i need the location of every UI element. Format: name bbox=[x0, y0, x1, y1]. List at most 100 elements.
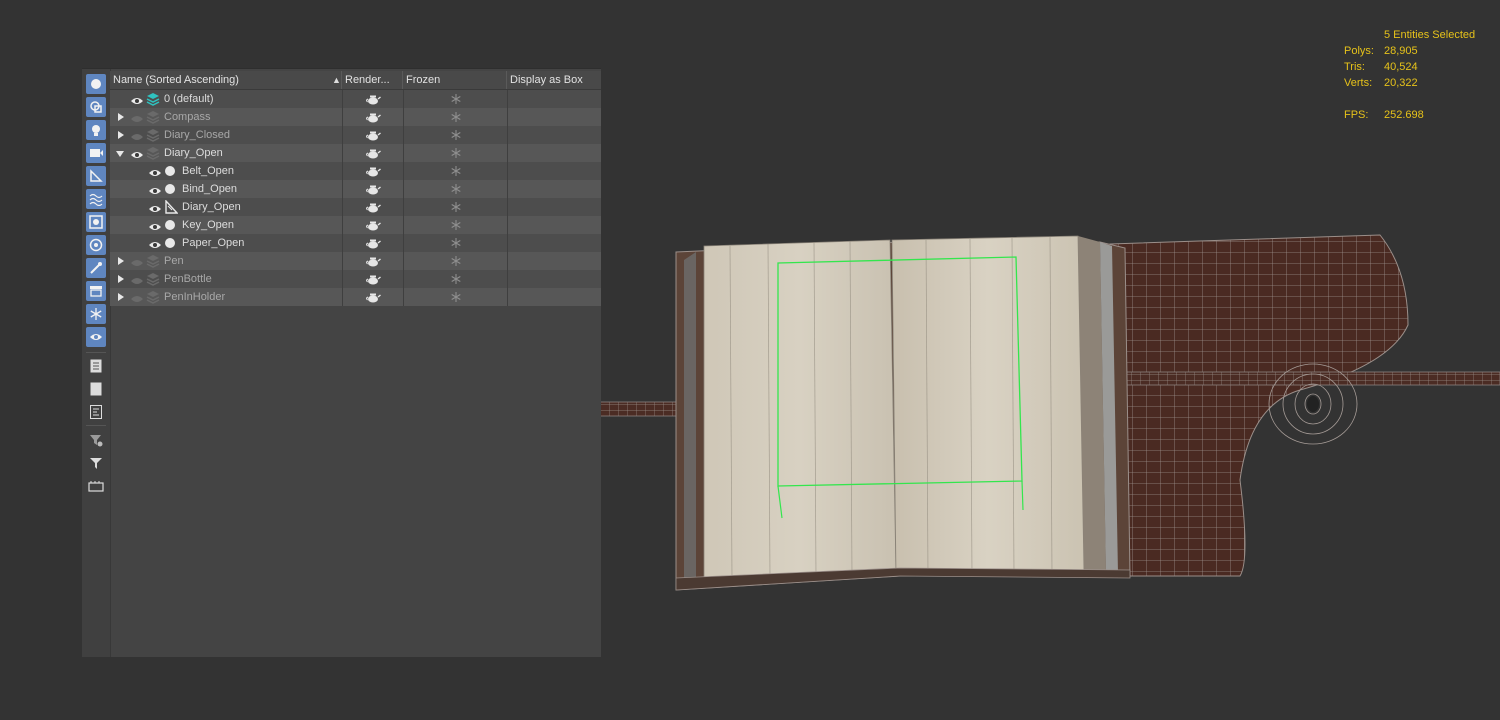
explorer-row[interactable]: PenInHolder bbox=[110, 288, 601, 306]
explorer-row[interactable]: Diary_Open bbox=[110, 198, 601, 216]
display-as-box-cell[interactable] bbox=[507, 108, 602, 126]
renderable-cell[interactable] bbox=[342, 162, 404, 180]
explorer-row[interactable]: 0 (default) bbox=[110, 90, 601, 108]
expand-arrow-icon[interactable] bbox=[118, 257, 124, 265]
layer-icon[interactable] bbox=[86, 476, 106, 496]
renderable-cell[interactable] bbox=[342, 288, 404, 306]
display-as-box-cell[interactable] bbox=[507, 144, 602, 162]
frozen-cell[interactable] bbox=[403, 198, 508, 216]
frozen-cell[interactable] bbox=[403, 270, 508, 288]
spacewarps-filter-icon[interactable] bbox=[86, 189, 106, 209]
explorer-row-label[interactable]: Diary_Open bbox=[164, 144, 223, 162]
column-header-frozen[interactable]: Frozen bbox=[403, 71, 507, 89]
explorer-row[interactable]: Pen bbox=[110, 252, 601, 270]
display-as-box-cell[interactable] bbox=[507, 252, 602, 270]
renderable-cell[interactable] bbox=[342, 144, 404, 162]
display-as-box-cell[interactable] bbox=[507, 288, 602, 306]
display-as-box-cell[interactable] bbox=[507, 180, 602, 198]
snowflake-icon bbox=[450, 291, 462, 309]
expand-arrow-icon[interactable] bbox=[118, 275, 124, 283]
renderable-cell[interactable] bbox=[342, 216, 404, 234]
renderable-cell[interactable] bbox=[342, 252, 404, 270]
frozen-cell[interactable] bbox=[403, 162, 508, 180]
renderable-cell[interactable] bbox=[342, 180, 404, 198]
explorer-toolbar bbox=[82, 69, 111, 657]
frozen-cell[interactable] bbox=[403, 288, 508, 306]
explorer-row-label[interactable]: Diary_Open bbox=[182, 198, 241, 216]
selection-count: 5 Entities Selected bbox=[1384, 29, 1476, 41]
xrefs-filter-icon[interactable] bbox=[86, 235, 106, 255]
explorer-row[interactable]: Compass bbox=[110, 108, 601, 126]
explorer-row[interactable]: Bind_Open bbox=[110, 180, 601, 198]
renderable-cell[interactable] bbox=[342, 90, 404, 108]
lights-filter-icon[interactable] bbox=[86, 120, 106, 140]
column-header-render[interactable]: Render... bbox=[342, 71, 403, 89]
column-header-display-as-box[interactable]: Display as Box bbox=[507, 71, 601, 89]
explorer-row-label[interactable]: Pen bbox=[164, 252, 184, 270]
explorer-row-label[interactable]: Diary_Closed bbox=[164, 126, 230, 144]
explorer-row-label[interactable]: Compass bbox=[164, 108, 210, 126]
frozen-cell[interactable] bbox=[403, 216, 508, 234]
frozen-cell[interactable] bbox=[403, 90, 508, 108]
containers-filter-icon[interactable] bbox=[86, 281, 106, 301]
display-none-icon[interactable] bbox=[86, 379, 106, 399]
frozen-cell[interactable] bbox=[403, 144, 508, 162]
explorer-row-label[interactable]: Paper_Open bbox=[182, 234, 244, 252]
frozen-cell[interactable] bbox=[403, 234, 508, 252]
frozen-filter-icon[interactable] bbox=[86, 304, 106, 324]
display-as-box-cell[interactable] bbox=[507, 216, 602, 234]
expand-arrow-icon[interactable] bbox=[118, 131, 124, 139]
hidden-filter-icon[interactable] bbox=[86, 327, 106, 347]
display-as-box-cell[interactable] bbox=[507, 162, 602, 180]
verts-stat: Verts: 20,322 bbox=[1344, 77, 1418, 89]
geometry-filter-icon[interactable] bbox=[86, 74, 106, 94]
bones-filter-icon[interactable] bbox=[86, 258, 106, 278]
frozen-cell[interactable] bbox=[403, 108, 508, 126]
explorer-row-label[interactable]: PenInHolder bbox=[164, 288, 225, 306]
display-as-box-cell[interactable] bbox=[507, 90, 602, 108]
explorer-row-label[interactable]: PenBottle bbox=[164, 270, 212, 288]
helpers-filter-icon[interactable] bbox=[86, 166, 106, 186]
explorer-row-label[interactable]: Belt_Open bbox=[182, 162, 234, 180]
expand-arrow-icon[interactable] bbox=[118, 293, 124, 301]
frozen-cell[interactable] bbox=[403, 252, 508, 270]
display-all-icon[interactable] bbox=[86, 356, 106, 376]
viewport-3d-model[interactable] bbox=[600, 230, 1500, 600]
column-header-row: Name (Sorted Ascending) ▲ Render... Froz… bbox=[110, 71, 601, 90]
renderable-cell[interactable] bbox=[342, 108, 404, 126]
explorer-row-label[interactable]: Key_Open bbox=[182, 216, 234, 234]
display-as-box-cell[interactable] bbox=[507, 198, 602, 216]
invert-display-icon[interactable] bbox=[86, 402, 106, 422]
filter-icon[interactable] bbox=[86, 453, 106, 473]
collapse-arrow-icon[interactable] bbox=[116, 151, 124, 157]
fps-stat: FPS: 252.698 bbox=[1344, 109, 1424, 121]
renderable-cell[interactable] bbox=[342, 126, 404, 144]
frozen-cell[interactable] bbox=[403, 180, 508, 198]
groups-filter-icon[interactable] bbox=[86, 212, 106, 232]
layer-icon bbox=[146, 290, 160, 310]
teapot-render-icon bbox=[365, 291, 381, 309]
explorer-row-label[interactable]: 0 (default) bbox=[164, 90, 214, 108]
column-header-name[interactable]: Name (Sorted Ascending) ▲ bbox=[110, 71, 342, 89]
cameras-filter-icon[interactable] bbox=[86, 143, 106, 163]
explorer-row[interactable]: Key_Open bbox=[110, 216, 601, 234]
expand-arrow-icon[interactable] bbox=[118, 113, 124, 121]
display-as-box-cell[interactable] bbox=[507, 234, 602, 252]
explorer-row[interactable]: Diary_Closed bbox=[110, 126, 601, 144]
toolbar-separator bbox=[86, 425, 106, 426]
explorer-row[interactable]: PenBottle bbox=[110, 270, 601, 288]
display-as-box-cell[interactable] bbox=[507, 126, 602, 144]
explorer-row[interactable]: Belt_Open bbox=[110, 162, 601, 180]
renderable-cell[interactable] bbox=[342, 234, 404, 252]
sort-ascending-icon: ▲ bbox=[332, 75, 341, 85]
renderable-cell[interactable] bbox=[342, 270, 404, 288]
filter-options-icon[interactable] bbox=[86, 430, 106, 450]
frozen-cell[interactable] bbox=[403, 126, 508, 144]
visibility-eye-icon[interactable] bbox=[130, 292, 144, 310]
shapes-filter-icon[interactable] bbox=[86, 97, 106, 117]
explorer-row[interactable]: Diary_Open bbox=[110, 144, 601, 162]
renderable-cell[interactable] bbox=[342, 198, 404, 216]
explorer-row-label[interactable]: Bind_Open bbox=[182, 180, 237, 198]
explorer-row[interactable]: Paper_Open bbox=[110, 234, 601, 252]
display-as-box-cell[interactable] bbox=[507, 270, 602, 288]
